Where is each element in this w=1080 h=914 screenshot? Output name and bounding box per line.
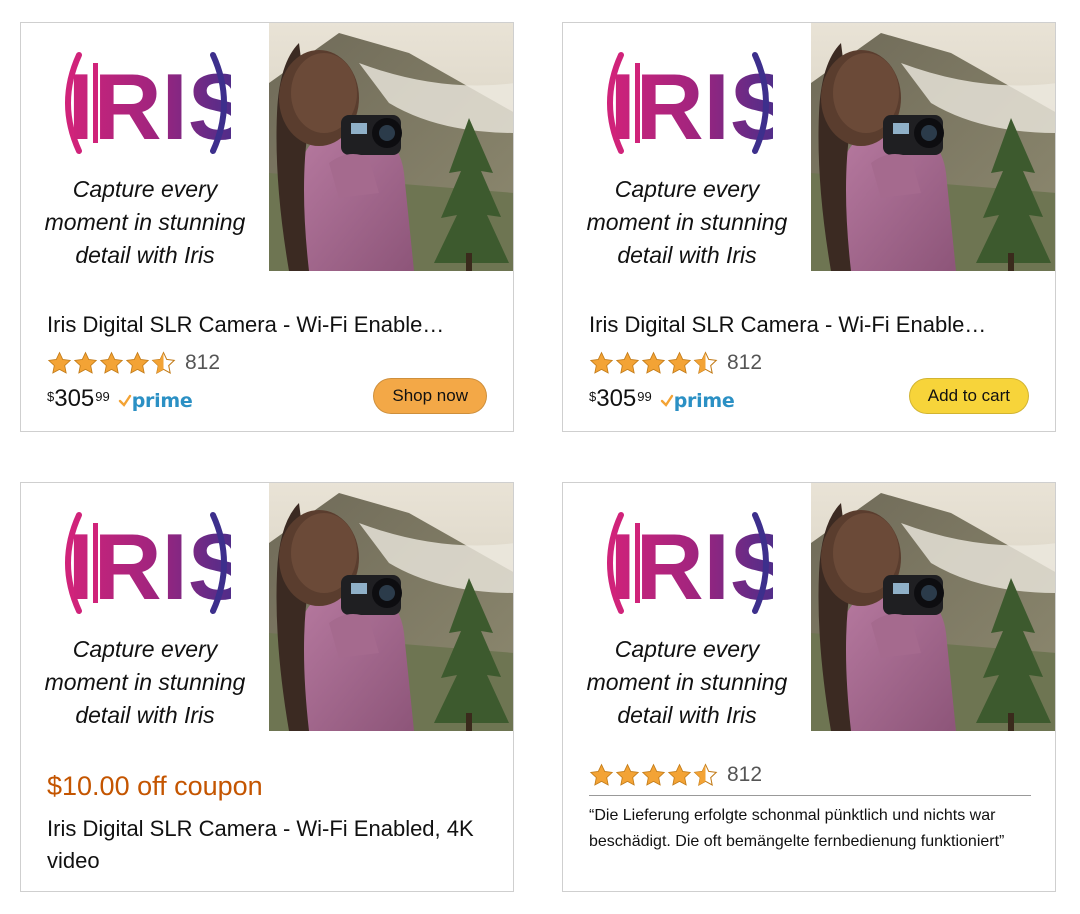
iris-logo: IRIS bbox=[65, 512, 231, 615]
prime-label: prime bbox=[131, 390, 193, 412]
price-fraction: 99 bbox=[95, 389, 110, 404]
review-count[interactable]: 812 bbox=[727, 351, 762, 375]
review-count[interactable]: 812 bbox=[727, 763, 762, 787]
star-half-icon bbox=[693, 763, 718, 788]
price-currency: $ bbox=[589, 389, 597, 404]
brand-panel: IRIS Capture every moment in stunning de… bbox=[563, 483, 811, 731]
star-full-icon bbox=[99, 351, 124, 376]
star-full-icon bbox=[615, 351, 640, 376]
star-full-icon bbox=[641, 351, 666, 376]
svg-text:IRIS: IRIS bbox=[610, 514, 773, 615]
star-full-icon bbox=[125, 351, 150, 376]
stars bbox=[589, 351, 719, 376]
ad-card-review[interactable]: IRIS Capture every moment in stunning de… bbox=[562, 482, 1056, 892]
prime-label: prime bbox=[673, 390, 735, 412]
product-title[interactable]: Iris Digital SLR Camera - Wi-Fi Enable… bbox=[47, 311, 495, 339]
brand-panel: IRIS Capture every moment in stunning de… bbox=[21, 23, 269, 271]
star-full-icon bbox=[47, 351, 72, 376]
prime-check-icon bbox=[118, 394, 131, 407]
ad-card-add-to-cart[interactable]: IRIS Capture every moment in stunning de… bbox=[562, 22, 1056, 432]
svg-text:IRIS: IRIS bbox=[68, 514, 231, 615]
product-title[interactable]: Iris Digital SLR Camera - Wi-Fi Enabled,… bbox=[47, 813, 495, 877]
shop-now-button[interactable]: Shop now bbox=[373, 378, 487, 414]
brand-panel: IRIS Capture every moment in stunning de… bbox=[21, 483, 269, 731]
star-half-icon bbox=[693, 351, 718, 376]
price-whole: 305 bbox=[54, 385, 95, 412]
iris-logo: IRIS bbox=[607, 52, 773, 155]
price: $ 305 99 prime bbox=[589, 385, 735, 415]
svg-text:IRIS: IRIS bbox=[68, 54, 231, 155]
iris-logo: IRIS bbox=[607, 512, 773, 615]
stars bbox=[47, 351, 177, 376]
price-fraction: 99 bbox=[637, 389, 652, 404]
product-title[interactable]: Iris Digital SLR Camera - Wi-Fi Enable… bbox=[589, 311, 1037, 339]
price: $ 305 99 prime bbox=[47, 385, 193, 415]
prime-check-icon bbox=[660, 394, 673, 407]
iris-logo: IRIS bbox=[65, 52, 231, 155]
price-currency: $ bbox=[47, 389, 55, 404]
star-full-icon bbox=[73, 351, 98, 376]
prime-badge: prime bbox=[118, 390, 193, 412]
star-full-icon bbox=[641, 763, 666, 788]
ad-card-shop-now[interactable]: IRIS Capture every moment in stunning de… bbox=[20, 22, 514, 432]
brand-tagline: Capture every moment in stunning detail … bbox=[586, 176, 788, 268]
product-lifestyle-photo[interactable] bbox=[811, 483, 1056, 731]
review-count[interactable]: 812 bbox=[185, 351, 220, 375]
star-rating[interactable]: 812 bbox=[589, 761, 762, 789]
star-rating[interactable]: 812 bbox=[47, 349, 220, 377]
brand-tagline: Capture every moment in stunning detail … bbox=[44, 176, 246, 268]
star-full-icon bbox=[615, 763, 640, 788]
brand-panel: IRIS Capture every moment in stunning de… bbox=[563, 23, 811, 271]
product-lifestyle-photo[interactable] bbox=[269, 483, 514, 731]
ad-card-coupon[interactable]: IRIS Capture every moment in stunning de… bbox=[20, 482, 514, 892]
product-lifestyle-photo[interactable] bbox=[811, 23, 1056, 271]
customer-review-quote: “Die Lieferung erfolgte schonmal pünktli… bbox=[589, 807, 1005, 850]
stars bbox=[589, 763, 719, 788]
star-half-icon bbox=[151, 351, 176, 376]
brand-tagline: Capture every moment in stunning detail … bbox=[44, 636, 246, 728]
star-rating[interactable]: 812 bbox=[589, 349, 762, 377]
coupon-offer[interactable]: $10.00 off coupon bbox=[47, 771, 263, 802]
star-full-icon bbox=[589, 351, 614, 376]
star-full-icon bbox=[667, 763, 692, 788]
star-full-icon bbox=[667, 351, 692, 376]
brand-tagline: Capture every moment in stunning detail … bbox=[586, 636, 788, 728]
price-whole: 305 bbox=[596, 385, 637, 412]
svg-text:IRIS: IRIS bbox=[610, 54, 773, 155]
star-full-icon bbox=[589, 763, 614, 788]
product-lifestyle-photo[interactable] bbox=[269, 23, 514, 271]
divider bbox=[589, 795, 1031, 796]
add-to-cart-button[interactable]: Add to cart bbox=[908, 378, 1029, 414]
prime-badge: prime bbox=[660, 390, 735, 412]
